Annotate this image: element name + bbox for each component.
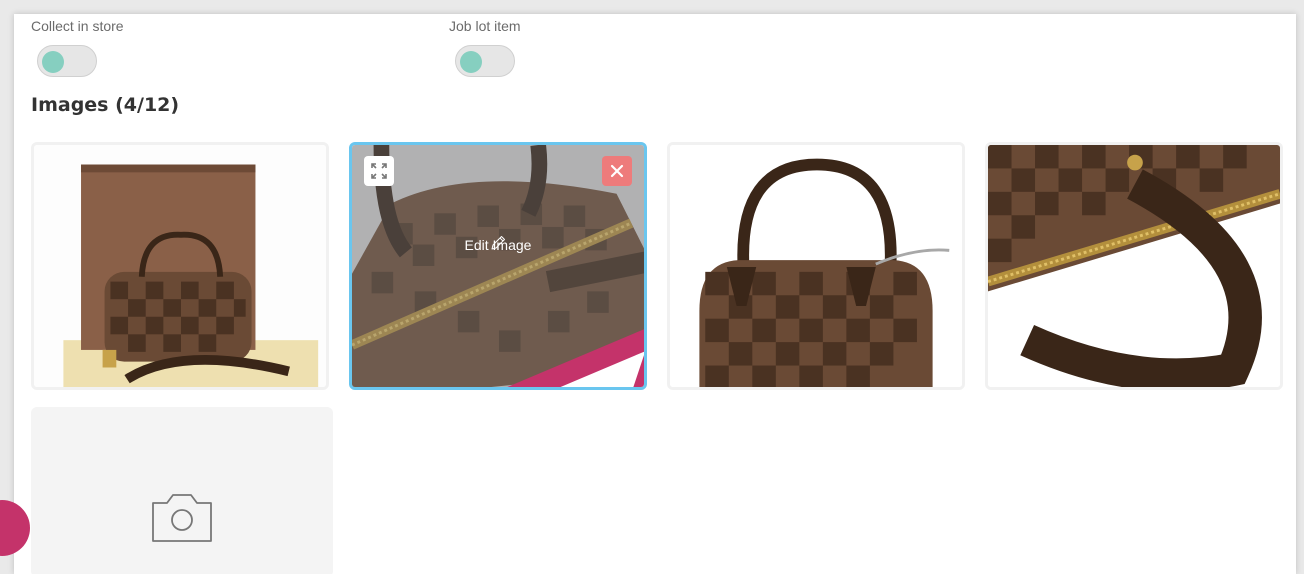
toggle-knob xyxy=(460,51,482,73)
remove-image-button[interactable] xyxy=(602,156,632,186)
edit-image-action[interactable]: Edit Image xyxy=(352,233,644,253)
images-section-title: Images (4/12) xyxy=(31,94,180,116)
expand-icon xyxy=(371,163,387,179)
image-thumbnail-1[interactable] xyxy=(31,142,329,390)
job-lot-item-field: Job lot item xyxy=(446,18,521,77)
product-photo xyxy=(670,145,962,387)
collect-in-store-field: Collect in store xyxy=(28,18,124,77)
pencil-icon xyxy=(491,236,505,250)
job-lot-item-toggle[interactable] xyxy=(455,45,515,77)
camera-icon xyxy=(152,494,212,542)
product-photo xyxy=(988,145,1280,387)
collect-in-store-label: Collect in store xyxy=(31,18,124,34)
toggle-knob xyxy=(42,51,64,73)
product-photo xyxy=(34,145,326,387)
close-icon xyxy=(610,164,624,178)
image-thumbnail-3[interactable] xyxy=(667,142,965,390)
pointer-cursor-icon xyxy=(507,329,644,387)
collect-in-store-toggle[interactable] xyxy=(37,45,97,77)
add-image-tile[interactable] xyxy=(31,407,333,574)
image-thumbnail-2[interactable]: Edit Image xyxy=(349,142,647,390)
expand-image-button[interactable] xyxy=(364,156,394,186)
job-lot-item-label: Job lot item xyxy=(449,18,521,34)
image-thumbnail-4[interactable] xyxy=(985,142,1283,390)
listing-form-panel: Collect in store Job lot item Images (4/… xyxy=(14,14,1296,574)
